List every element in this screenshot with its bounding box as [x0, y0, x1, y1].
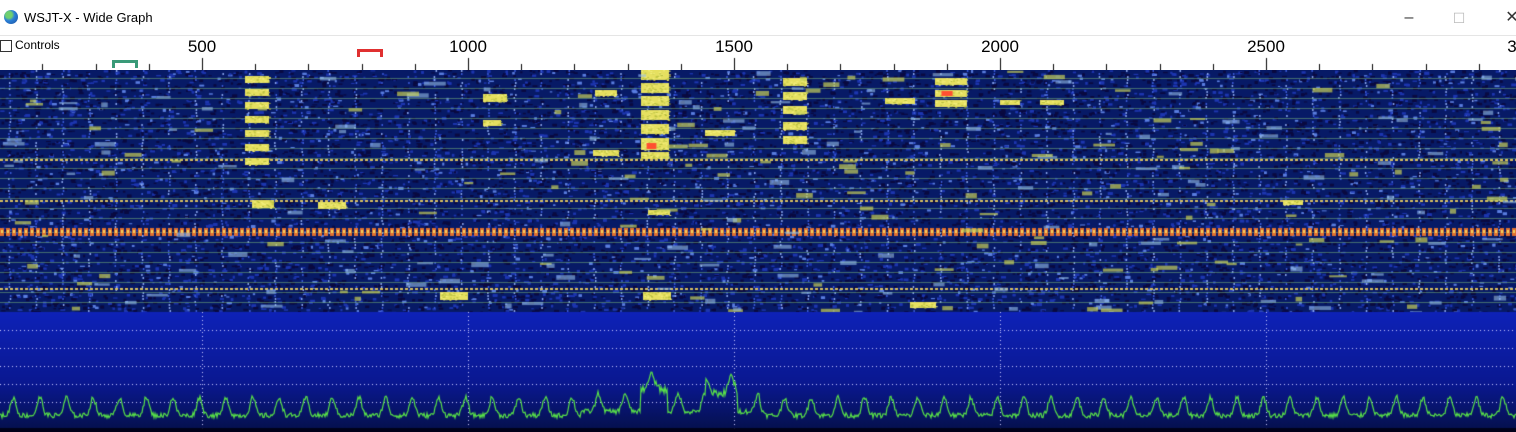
freq-label-2000: 2000 — [981, 37, 1019, 56]
scale-ticks — [0, 36, 1516, 72]
freq-label-500: 500 — [187, 37, 217, 56]
rx-frequency-marker[interactable] — [111, 60, 138, 68]
window-title: WSJT-X - Wide Graph — [24, 10, 153, 25]
minimize-button[interactable]: – — [1397, 6, 1421, 30]
app-globe-icon — [4, 10, 18, 24]
freq-label-2500: 2500 — [1247, 37, 1285, 56]
frequency-scale[interactable]: 500 1000 1500 2000 2500 3 — [0, 36, 1516, 72]
checkbox-box[interactable] — [0, 40, 12, 52]
freq-label-1000: 1000 — [449, 37, 487, 56]
freq-label-1500: 1500 — [715, 37, 753, 56]
close-button[interactable]: ✕ — [1500, 6, 1516, 30]
freq-label-3000: 3 — [1507, 37, 1516, 56]
tx-frequency-marker[interactable] — [356, 49, 383, 57]
maximize-button[interactable]: ☐ — [1447, 6, 1471, 30]
controls-label: Controls — [15, 38, 60, 52]
waterfall-and-spectrum-display[interactable] — [0, 70, 1516, 432]
title-bar[interactable]: WSJT-X - Wide Graph – ☐ ✕ — [0, 0, 1516, 36]
